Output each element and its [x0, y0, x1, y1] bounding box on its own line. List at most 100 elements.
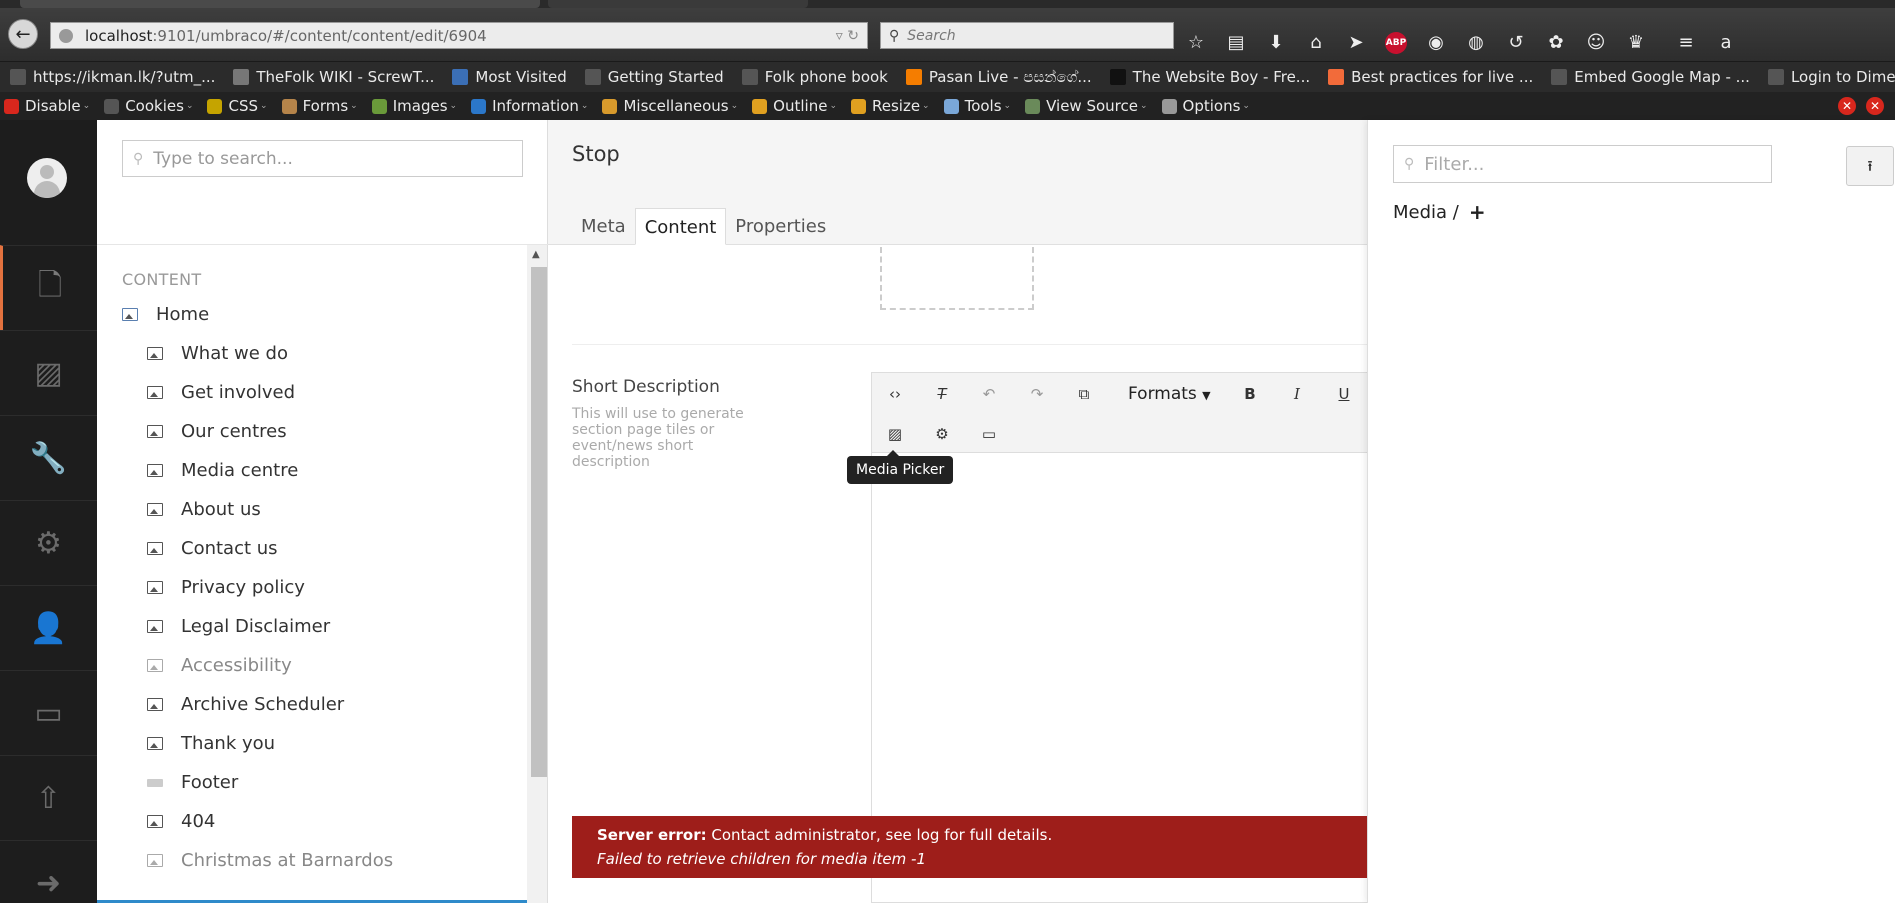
media-section-icon[interactable]: ▨ [0, 330, 97, 415]
members-card-icon[interactable]: ▭ [0, 670, 97, 755]
extension-badge-icon[interactable]: ♛ [1625, 32, 1647, 54]
webdev-menu-resize[interactable]: Resize ⌄ [850, 97, 930, 115]
media-filter-input[interactable]: ⚲ Filter... [1393, 145, 1772, 183]
bookmark-star-icon[interactable]: ☆ [1185, 32, 1207, 54]
menu-icon[interactable]: ≡ [1675, 32, 1697, 54]
tab-content[interactable]: Content [634, 208, 727, 245]
bookmark-item[interactable]: Folk phone book [741, 68, 888, 86]
bold-icon[interactable]: B [1235, 381, 1265, 407]
tree-item[interactable]: Footer [97, 763, 527, 802]
tree-item[interactable]: Privacy policy [97, 568, 527, 607]
undo-icon[interactable]: ↶ [974, 381, 1004, 407]
close-icon[interactable]: ✕ [1838, 97, 1856, 115]
tree-scrollbar[interactable]: ▲ [527, 245, 547, 903]
tab-properties[interactable]: Properties [726, 208, 835, 245]
bookmark-item[interactable]: https://ikman.lk/?utm_... [10, 68, 215, 86]
embed-monitor-icon[interactable]: ▭ [974, 421, 1004, 447]
lifebuoy-icon[interactable]: ✿ [1545, 32, 1567, 54]
expand-arrow-icon[interactable]: ➜ [0, 840, 97, 903]
bookmark-item[interactable]: Getting Started [584, 68, 724, 86]
download-icon[interactable]: ⬇ [1265, 32, 1287, 54]
content-section-icon[interactable]: 🗋 [0, 245, 97, 330]
webdev-menu-information[interactable]: Information ⌄ [471, 97, 588, 115]
paste-icon[interactable]: ⧉ [1069, 381, 1099, 407]
tree-item[interactable]: 404 [97, 802, 527, 841]
tree-item[interactable]: Get involved [97, 373, 527, 412]
webdev-menu-view-source[interactable]: View Source ⌄ [1025, 97, 1148, 115]
page-title[interactable]: Stop [572, 142, 620, 166]
webdev-menu-images[interactable]: Images ⌄ [371, 97, 457, 115]
webdev-menu-options[interactable]: Options ⌄ [1161, 97, 1250, 115]
tree-item[interactable]: About us [97, 490, 527, 529]
tree-item[interactable]: Contact us [97, 529, 527, 568]
tree-item[interactable]: Legal Disclaimer [97, 607, 527, 646]
add-folder-icon[interactable]: + [1469, 200, 1486, 224]
close-icon[interactable]: ✕ [1866, 97, 1884, 115]
browser-tab[interactable] [548, 0, 808, 8]
tree-item[interactable]: Accessibility [97, 646, 527, 685]
site-identity-icon[interactable] [59, 28, 73, 43]
webdev-menu-tools[interactable]: Tools ⌄ [943, 97, 1011, 115]
tree-item[interactable]: Media centre [97, 451, 527, 490]
tree-item[interactable]: What we do [97, 334, 527, 373]
settings-gear-icon[interactable]: ⚙ [0, 500, 97, 585]
macro-gears-icon[interactable]: ⚙ [927, 421, 957, 447]
url-host: localhost [85, 26, 153, 45]
bookmark-item[interactable]: Embed Google Map - ... [1551, 68, 1750, 86]
formats-dropdown[interactable]: Formats ▼ [1128, 381, 1211, 407]
tab-meta[interactable]: Meta [572, 208, 635, 245]
media-drop-placeholder[interactable] [880, 247, 1034, 310]
bookmark-item[interactable]: TheFolk WIKI - ScrewT... [233, 68, 434, 86]
deploy-upload-icon[interactable]: ⇧ [0, 755, 97, 840]
browser-tab[interactable] [20, 0, 540, 8]
tree-item[interactable]: Archive Scheduler [97, 685, 527, 724]
amazon-icon[interactable]: a [1715, 32, 1737, 54]
tree-item[interactable]: Home [97, 295, 527, 334]
bookmark-item[interactable]: Most Visited [452, 68, 567, 86]
webdev-menu-css[interactable]: CSS ⌄ [207, 97, 268, 115]
extension-eye-icon[interactable]: ◉ [1425, 32, 1447, 54]
url-bar[interactable]: localhost :9101/umbraco/#/content/conten… [50, 22, 868, 49]
bookmark-item[interactable]: The Website Boy - Fre... [1109, 68, 1310, 86]
avatar[interactable] [27, 158, 67, 198]
history-icon[interactable]: ↺ [1505, 32, 1527, 54]
back-button[interactable]: ← [8, 19, 38, 49]
send-icon[interactable]: ➤ [1345, 32, 1367, 54]
server-error-notification[interactable]: Server error: Contact administrator, see… [572, 816, 1367, 878]
media-picker-icon[interactable]: ▨ [880, 421, 910, 447]
developer-wrench-icon[interactable]: 🔧 [0, 415, 97, 500]
webdev-menu-outline[interactable]: Outline ⌄ [752, 97, 837, 115]
media-root-link[interactable]: Media / [1393, 202, 1459, 223]
bookmark-item[interactable]: Best practices for live ... [1328, 68, 1533, 86]
underline-icon[interactable]: U [1329, 381, 1359, 407]
scrollbar-thumb[interactable] [531, 267, 547, 777]
webdev-menu-label: Tools [964, 97, 1002, 115]
tree-item[interactable]: Thank you [97, 724, 527, 763]
tree-search-input[interactable]: ⚲ Type to search... [122, 140, 523, 177]
clear-format-icon[interactable]: T [927, 381, 957, 407]
chat-icon[interactable]: ☺ [1585, 32, 1607, 54]
scroll-up-icon[interactable]: ▲ [532, 249, 540, 260]
webdev-menu-cookies[interactable]: Cookies ⌄ [104, 97, 193, 115]
redo-icon[interactable]: ↷ [1022, 381, 1052, 407]
tree-item[interactable]: Christmas at Barnardos [97, 841, 527, 880]
reload-icon[interactable]: ▿ ↻ [836, 28, 859, 44]
url-path: :9101/umbraco/#/content/content/edit/690… [152, 26, 487, 45]
users-icon[interactable]: 👤 [0, 585, 97, 670]
bookmark-item[interactable]: Pasan Live - පසන්ගේ... [905, 68, 1092, 86]
media-picker-tooltip: Media Picker [847, 450, 954, 484]
italic-icon[interactable]: I [1282, 381, 1312, 407]
upload-button[interactable]: ⭱ [1846, 146, 1894, 186]
search-bar[interactable]: ⚲ Search [880, 22, 1174, 49]
webdev-menu-forms[interactable]: Forms ⌄ [281, 97, 358, 115]
webdev-menu-disable[interactable]: Disable ⌄ [4, 97, 90, 115]
adblock-icon[interactable]: ABP [1385, 32, 1407, 54]
tree-item[interactable]: Our centres [97, 412, 527, 451]
images-icon [371, 98, 387, 114]
webdev-menu-miscellaneous[interactable]: Miscellaneous ⌄ [602, 97, 738, 115]
bookmark-item[interactable]: Login to Dimension D... [1767, 68, 1895, 86]
home-icon[interactable]: ⌂ [1305, 32, 1327, 54]
extension-globe-icon[interactable]: ◍ [1465, 32, 1487, 54]
source-code-icon[interactable]: ‹› [880, 381, 910, 407]
reading-list-icon[interactable]: ▤ [1225, 32, 1247, 54]
